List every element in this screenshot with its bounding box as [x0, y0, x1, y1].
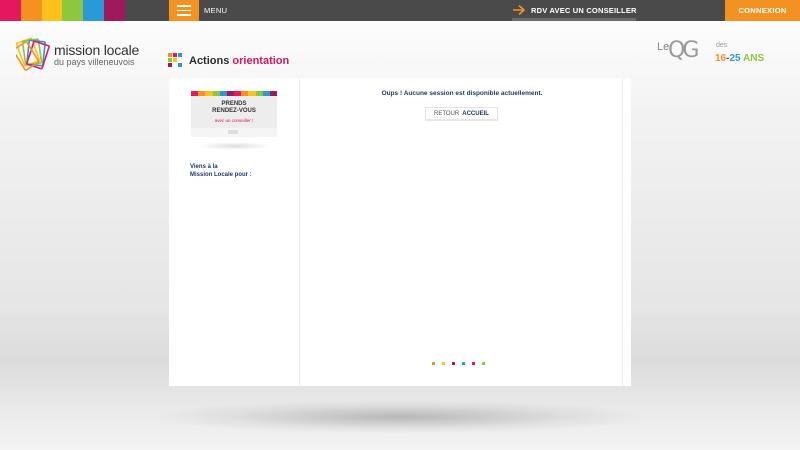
card-shadow: [197, 142, 271, 150]
back-home-button[interactable]: RETOUR ACCUEIL: [425, 107, 498, 121]
mission-locale-logo[interactable]: mission locale du pays villeneuvois: [16, 34, 156, 74]
pagination-dot[interactable]: [472, 362, 475, 365]
qg-age-ans: ANS: [743, 53, 765, 64]
sidebar-intro-line1: Viens à la: [190, 164, 218, 170]
card-stripe: [198, 91, 206, 96]
card-stripe: [226, 91, 235, 96]
card-stripe: [255, 91, 263, 96]
main-panel: PRENDS RENDEZ-VOUS avec un conseiller ! …: [169, 78, 631, 386]
monitor-stand-icon: [191, 128, 277, 137]
rdv-card-banner[interactable]: PRENDS RENDEZ-VOUS avec un conseiller !: [191, 91, 277, 137]
card-stripe: [205, 91, 213, 96]
page-title: Actions orientation: [189, 55, 289, 67]
logo-subtitle: du pays villeneuvois: [54, 57, 135, 67]
sidebar: PRENDS RENDEZ-VOUS avec un conseiller ! …: [169, 78, 300, 386]
card-stripe: [212, 91, 220, 96]
qg-age-a: 16: [715, 53, 727, 64]
content-area: Oups ! Aucune session est disponible act…: [301, 78, 623, 386]
qg-des: des: [716, 42, 728, 49]
back-home-strong: ACCUEIL: [462, 110, 489, 117]
card-stripe: [248, 91, 256, 96]
page-title-part2: orientation: [232, 54, 290, 67]
rdv-card-title-line1: PRENDS: [221, 101, 247, 107]
rdv-card-title-line2: RENDEZ-VOUS: [212, 108, 256, 114]
rdv-underline: [512, 18, 636, 21]
cards-logo-icon: [16, 37, 50, 71]
hamburger-icon: [177, 5, 191, 7]
pagination-dots: [432, 362, 485, 365]
color-swatch: [103, 0, 125, 21]
color-swatch: [83, 0, 104, 21]
empty-message: Oups ! Aucune session est disponible act…: [381, 90, 543, 97]
rdv-card-stripes: [191, 91, 277, 96]
color-swatch: [62, 0, 84, 21]
color-swatch: [20, 0, 42, 21]
card-stripe: [234, 91, 242, 96]
menu-button[interactable]: [169, 0, 199, 21]
color-swatches: [0, 0, 125, 21]
sidebar-intro-line2: Mission Locale pour :: [190, 172, 252, 178]
pagination-dot[interactable]: [482, 362, 485, 365]
rdv-card-title: PRENDS RENDEZ-VOUS: [191, 101, 277, 115]
rdv-label: RDV AVEC UN CONSEILLER: [531, 5, 637, 15]
sidebar-intro: Viens à la Mission Locale pour :: [190, 163, 290, 179]
hamburger-icon-line: [177, 9, 191, 12]
pagination-dot[interactable]: [452, 362, 455, 365]
floor-shadow: [150, 400, 650, 434]
card-stripe: [241, 91, 249, 96]
pagination-dot[interactable]: [442, 362, 445, 365]
qg-letters: QG: [668, 38, 699, 63]
hamburger-icon-line: [177, 14, 191, 16]
top-bar: MENU RDV AVEC UN CONSEILLER CONNEXION: [0, 0, 800, 21]
rdv-link[interactable]: RDV AVEC UN CONSEILLER: [512, 4, 637, 16]
arrow-right-icon: [513, 4, 526, 16]
color-swatch: [41, 0, 63, 21]
logo-title: mission locale: [54, 42, 140, 58]
qg-age-range: 16-25 ANS: [715, 53, 764, 64]
rdv-card-subtitle: avec un conseiller !: [214, 118, 254, 123]
color-swatch: [0, 0, 21, 21]
menu-label[interactable]: MENU: [204, 6, 227, 15]
back-home-prefix: RETOUR: [434, 110, 460, 117]
card-stripe: [269, 91, 277, 96]
card-stripe: [219, 91, 227, 96]
page-header: Actions orientation: [168, 53, 289, 68]
page-title-part1: Actions: [189, 54, 230, 67]
pixel-squares-icon: [168, 53, 183, 68]
pagination-dot[interactable]: [432, 362, 435, 365]
connexion-button[interactable]: CONNEXION: [725, 0, 800, 21]
pagination-dot[interactable]: [462, 362, 465, 365]
qg-16-25-logo[interactable]: Le QG des 16-25 ANS: [657, 38, 777, 72]
qg-age-b: 25: [729, 53, 741, 64]
card-stripe: [262, 91, 270, 96]
card-stripe: [191, 91, 199, 96]
